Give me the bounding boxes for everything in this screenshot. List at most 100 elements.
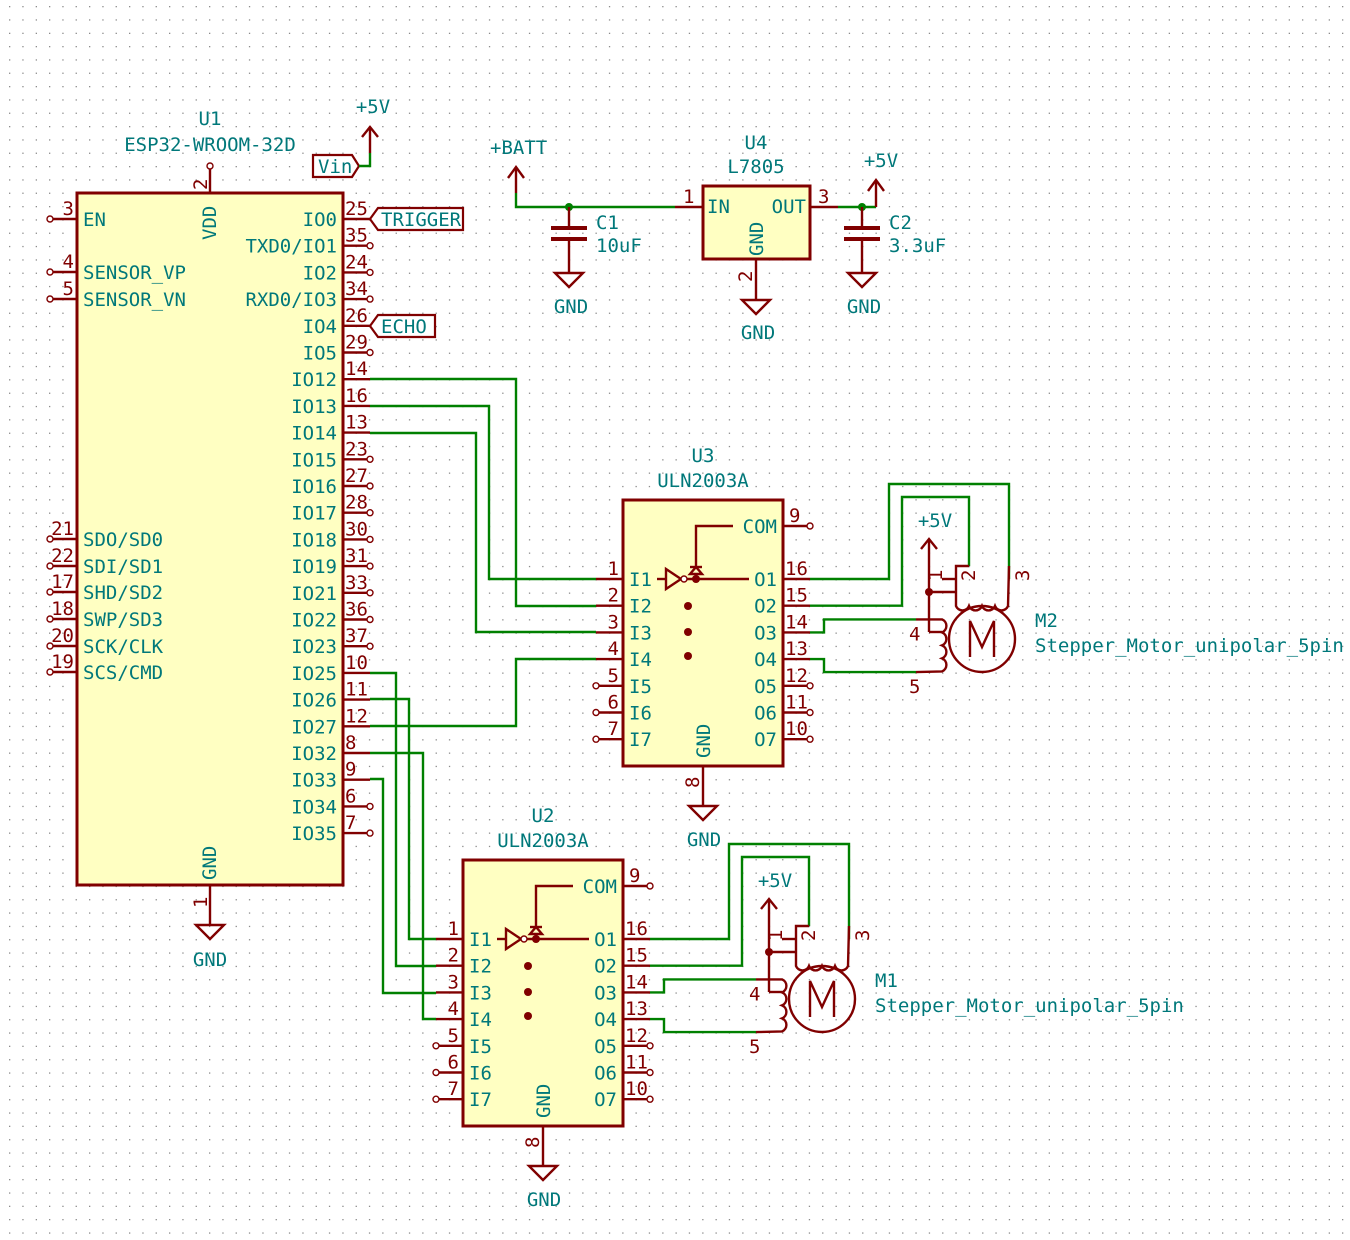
vin-label: Vin xyxy=(318,156,352,178)
no-connect-circle xyxy=(806,708,814,717)
pin-number: 21 xyxy=(51,518,74,540)
batt-wire xyxy=(514,193,675,209)
pin-number: 13 xyxy=(625,998,648,1020)
gnd-icon xyxy=(686,804,720,822)
pin-number: 3 xyxy=(608,611,619,633)
m2-value: Stepper_Motor_unipolar_5pin xyxy=(1035,635,1344,657)
gnd-label: GND xyxy=(527,1189,561,1211)
motor-m-glyph xyxy=(808,980,836,1017)
no-connect-circle xyxy=(646,1095,654,1103)
wire-io32-u2i4 xyxy=(370,751,436,1021)
vin-wire xyxy=(359,153,372,168)
pin-name: SDI/SD1 xyxy=(83,556,163,578)
u1-vdd-nc xyxy=(206,162,214,170)
no-connect-circle xyxy=(646,1042,654,1050)
u1-esp32[interactable]: U1 ESP32-WROOM-32D 2 VDD 1 GND 3 EN 4 SENSO… xyxy=(46,108,374,925)
pin-number: 27 xyxy=(345,465,368,487)
pin-number: 5 xyxy=(909,676,920,698)
pin-number: 7 xyxy=(448,1078,459,1100)
pin-number: 9 xyxy=(629,865,640,887)
no-connect-circle xyxy=(46,295,54,303)
coil-left-icon xyxy=(915,618,948,674)
pin-name: IO35 xyxy=(291,823,337,845)
ellipsis-dot xyxy=(684,652,692,660)
pin-number: 2 xyxy=(798,930,820,941)
pin-number: 31 xyxy=(345,545,368,567)
pin-number: 18 xyxy=(51,598,74,620)
motor-icon xyxy=(787,964,857,1034)
pin-number: 1 xyxy=(765,930,787,941)
pin-name: IO2 xyxy=(303,262,337,284)
wire-io27-u3i4 xyxy=(370,657,596,728)
m1-stepper-motor[interactable]: +5V 1 2 3 4 5 M1 Stepper_Motor_unipolar_5pin xyxy=(650,842,1184,1058)
pin-number: 35 xyxy=(345,225,368,247)
wire-o4-coil-5 xyxy=(650,1017,756,1034)
gnd-label: GND xyxy=(193,949,227,971)
m2-stepper-motor[interactable]: +5V 1 2 3 4 5 M2 Stepper_Motor_unipolar_5pin xyxy=(810,482,1344,698)
pin-name: O3 xyxy=(754,622,777,644)
no-connect-circle xyxy=(366,535,374,544)
pin-number: 33 xyxy=(345,572,368,594)
pin-number: 2 xyxy=(448,945,459,967)
pin-number: 30 xyxy=(345,518,368,540)
pin-number: 11 xyxy=(785,692,808,714)
u1-vdd-name: VDD xyxy=(199,206,221,240)
schematic-canvas[interactable]: U1 ESP32-WROOM-32D 2 VDD 1 GND 3 EN 4 SENSO… xyxy=(0,0,1350,1240)
u4-gnd-name: GND xyxy=(746,222,768,256)
pin-number: 6 xyxy=(345,785,356,807)
vin-net[interactable]: Vin +5V xyxy=(311,96,390,179)
power-regulator-section[interactable]: +BATT C1 10uF GND U4 L7805 1 IN 3 OUT 2 … xyxy=(490,132,946,344)
pin-number: 14 xyxy=(345,358,368,380)
c2-ref: C2 xyxy=(889,212,912,234)
u3-uln2003a[interactable]: U3ULN2003A1 I1 16O12 I2 15O23 I3 14O34 I4 13O45 I… xyxy=(592,445,814,851)
trigger-net[interactable]: TRIGGER xyxy=(368,206,465,232)
pin-name: O6 xyxy=(594,1063,617,1085)
no-connect-circle xyxy=(806,522,814,530)
wire-o1-coil-3 xyxy=(810,482,1011,581)
pin-name: O7 xyxy=(754,729,777,751)
pin-number: 9 xyxy=(789,505,800,527)
u2-uln2003a[interactable]: U2ULN2003A1 I1 16O12 I2 15O23 I3 14O34 I4 13O45 I… xyxy=(432,805,654,1211)
pin-number: 22 xyxy=(51,545,74,567)
wire-io14-u3i3 xyxy=(370,431,596,634)
pin-number: 5 xyxy=(63,278,74,300)
echo-net[interactable]: ECHO xyxy=(368,313,437,339)
ellipsis-dot xyxy=(684,628,692,636)
pin-name: IO34 xyxy=(291,796,337,818)
u2-ref: U2 xyxy=(532,805,555,827)
pin-name: IO27 xyxy=(291,716,337,738)
ellipsis-dot xyxy=(524,962,532,970)
pin-name: TXD0/IO1 xyxy=(245,236,337,258)
ellipsis-dot xyxy=(524,988,532,996)
no-connect-circle xyxy=(366,241,374,250)
no-connect-circle xyxy=(366,589,374,597)
u1-ref: U1 xyxy=(199,108,222,130)
pin-number: 1 xyxy=(608,558,619,580)
pin-number: 8 xyxy=(522,1137,544,1148)
no-connect-circle xyxy=(366,802,374,811)
pin-name: I3 xyxy=(629,622,652,644)
pin-number: 12 xyxy=(785,665,808,687)
pin-number: 2 xyxy=(958,570,980,581)
pin-number: 20 xyxy=(51,625,74,647)
pin-name: IO22 xyxy=(291,610,337,632)
no-connect-circle xyxy=(46,215,54,223)
no-connect-circle xyxy=(366,268,374,277)
pin-number: 25 xyxy=(345,198,368,220)
pin-number: 3 xyxy=(63,198,74,220)
pin-name: IO18 xyxy=(291,529,337,551)
no-connect-circle xyxy=(366,829,374,837)
gnd-icon xyxy=(845,271,879,289)
gnd-icon xyxy=(739,298,773,316)
no-connect-circle xyxy=(432,1095,440,1103)
motor-m-glyph xyxy=(968,620,996,657)
pin-name: I7 xyxy=(469,1089,492,1111)
pin-name: IO4 xyxy=(303,316,337,338)
pin-name: O5 xyxy=(594,1036,617,1058)
pin-number: 23 xyxy=(345,438,368,460)
pin-name: GND xyxy=(693,724,715,758)
pin-number: 3 xyxy=(852,930,874,941)
pin-number: 13 xyxy=(785,638,808,660)
u2-value: ULN2003A xyxy=(497,830,589,852)
no-connect-circle xyxy=(806,682,814,690)
